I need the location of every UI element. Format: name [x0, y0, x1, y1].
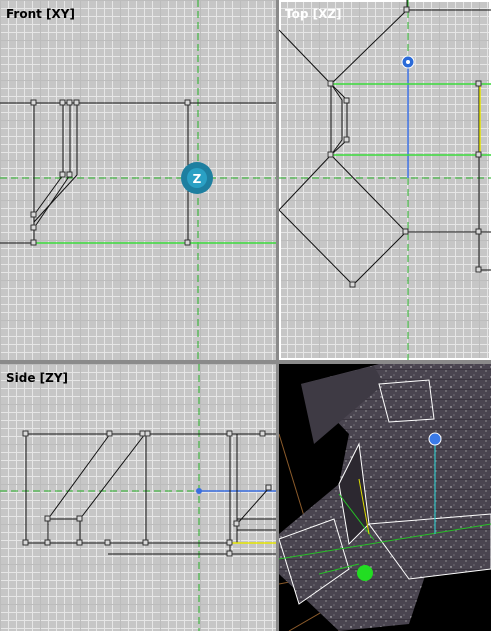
perspective-pivot-icon[interactable] — [279, 364, 491, 631]
pivot-handle-icon[interactable] — [279, 0, 491, 360]
viewport-side[interactable]: Side [ZY] — [0, 364, 276, 631]
move-gizmo-icon[interactable]: Z — [0, 0, 276, 360]
viewport-perspective[interactable] — [279, 364, 491, 631]
viewport-top[interactable]: Top [XZ] — [279, 0, 491, 360]
side-view-geometry — [0, 364, 276, 631]
viewport-front[interactable]: Front [XY] Z — [0, 0, 276, 360]
gizmo-label: Z — [193, 172, 202, 186]
